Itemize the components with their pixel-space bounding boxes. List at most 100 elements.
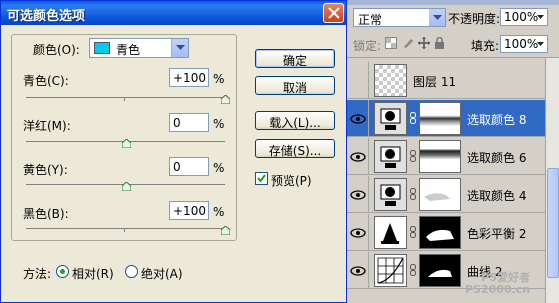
- black-slider-tick: [124, 228, 125, 232]
- opacity-value: 100%: [504, 10, 539, 24]
- adjustment-icon: [374, 178, 407, 211]
- cyan-value-field[interactable]: +100: [169, 68, 209, 87]
- chain-link-icon[interactable]: [410, 150, 416, 165]
- cyan-slider-track[interactable]: [26, 97, 225, 98]
- cyan-slider-label: 青色(C):: [23, 74, 69, 88]
- layer-thumbnail: [374, 64, 407, 97]
- opacity-label: 不透明度:: [448, 12, 501, 26]
- options-divider: [347, 57, 559, 58]
- black-slider-label: 黑色(B):: [23, 207, 69, 221]
- lock-label: 锁定:: [353, 39, 382, 53]
- eye-icon: [350, 190, 366, 200]
- layer-mask-thumbnail[interactable]: [419, 178, 461, 211]
- curves-icon: [374, 254, 407, 287]
- cancel-button[interactable]: 取消: [255, 76, 335, 95]
- black-slider-thumb[interactable]: [220, 224, 231, 236]
- close-icon: [328, 7, 340, 19]
- lock-transparency-icon[interactable]: [385, 37, 397, 49]
- color-select-value: 青色: [116, 43, 141, 57]
- fill-arrow-icon[interactable]: [535, 36, 547, 52]
- close-button[interactable]: [323, 3, 344, 23]
- cyan-slider-thumb[interactable]: [220, 93, 231, 105]
- yellow-slider-label: 黄色(Y):: [23, 163, 68, 177]
- layer-row[interactable]: 选取颜色 8: [347, 100, 545, 137]
- layer-row[interactable]: 色彩平衡 2: [347, 214, 545, 251]
- lock-move-icon[interactable]: [418, 37, 430, 49]
- chevron-down-icon[interactable]: [171, 39, 188, 57]
- visibility-toggle[interactable]: [347, 176, 369, 213]
- layer-mask-thumbnail[interactable]: [419, 140, 461, 173]
- checkmark-icon: [257, 174, 266, 183]
- blend-mode-value: 正常: [358, 13, 383, 27]
- layer-mask-thumbnail[interactable]: [419, 216, 461, 249]
- load-button[interactable]: 载入(L)...: [255, 111, 335, 130]
- chain-link-icon[interactable]: [410, 264, 416, 279]
- layer-mask-thumbnail[interactable]: [419, 254, 461, 287]
- visibility-toggle[interactable]: [347, 100, 369, 137]
- chevron-down-icon[interactable]: [429, 9, 445, 26]
- layer-mask-thumbnail[interactable]: [419, 102, 461, 135]
- layer-name: 选取颜色 4: [467, 189, 527, 203]
- selective-color-dialog: 可选颜色选项 颜色(O): 青色 青色(C): +100 % 洋红(M): 0 …: [0, 0, 347, 303]
- yellow-unit-label: %: [213, 161, 225, 175]
- method-absolute-radio[interactable]: [125, 265, 138, 278]
- eye-icon: [350, 114, 366, 124]
- method-relative-radio[interactable]: [56, 265, 69, 278]
- layers-scrollbar[interactable]: [545, 58, 559, 303]
- visibility-toggle[interactable]: [347, 214, 369, 251]
- yellow-value-field[interactable]: 0: [169, 157, 209, 176]
- eye-icon: [350, 152, 366, 162]
- method-relative-label: 相对(R): [72, 267, 114, 281]
- cyan-unit-label: %: [213, 72, 225, 86]
- chain-link-icon[interactable]: [410, 112, 416, 127]
- dialog-title-bar[interactable]: 可选颜色选项: [1, 1, 346, 25]
- save-button[interactable]: 存储(S)...: [255, 139, 335, 158]
- black-slider-track[interactable]: [26, 228, 225, 229]
- color-label: 颜色(O):: [33, 43, 80, 57]
- magenta-value-field[interactable]: 0: [169, 113, 209, 132]
- magenta-unit-label: %: [213, 117, 225, 131]
- layers-panel: 正常 不透明度: 100% 锁定: 填充: 100% 图层 11 选取颜色 8 …: [347, 0, 559, 303]
- eye-icon: [350, 266, 366, 276]
- layer-name: 图层 11: [413, 75, 457, 89]
- chain-link-icon[interactable]: [410, 226, 416, 241]
- radio-selected-dot: [60, 269, 65, 274]
- watermark: PS爱好者 PS2000.cn: [465, 272, 530, 296]
- layer-name: 选取颜色 6: [467, 151, 527, 165]
- preview-checkbox[interactable]: [255, 172, 268, 185]
- layer-row[interactable]: 选取颜色 4: [347, 176, 545, 213]
- layer-name: 色彩平衡 2: [467, 227, 527, 241]
- visibility-toggle[interactable]: [347, 138, 369, 175]
- black-value-field[interactable]: +100: [169, 201, 209, 220]
- layer-name: 选取颜色 8: [467, 113, 527, 127]
- fill-label: 填充:: [471, 39, 500, 53]
- blend-mode-select[interactable]: 正常: [353, 8, 446, 27]
- visibility-toggle[interactable]: [347, 252, 369, 289]
- visibility-toggle[interactable]: [347, 62, 369, 99]
- black-unit-label: %: [213, 205, 225, 219]
- cyan-swatch: [94, 42, 110, 54]
- fill-field[interactable]: 100%: [500, 35, 548, 53]
- scrollbar-thumb[interactable]: [547, 168, 559, 278]
- yellow-slider-thumb[interactable]: [121, 180, 131, 192]
- magenta-slider-label: 洋红(M):: [23, 119, 71, 133]
- lock-all-icon[interactable]: [434, 37, 445, 49]
- chain-link-icon[interactable]: [410, 188, 416, 203]
- color-select[interactable]: 青色: [89, 38, 189, 58]
- color-balance-icon: [374, 216, 407, 249]
- opacity-field[interactable]: 100%: [500, 8, 548, 26]
- opacity-arrow-icon[interactable]: [535, 9, 547, 25]
- magenta-slider-thumb[interactable]: [121, 137, 131, 149]
- lock-paint-icon[interactable]: [402, 37, 414, 49]
- eye-icon: [350, 228, 366, 238]
- layer-row[interactable]: 图层 11: [347, 62, 545, 99]
- watermark-line-2: PS2000.cn: [465, 283, 531, 296]
- cyan-slider-tick: [124, 97, 125, 101]
- adjustment-icon: [374, 102, 407, 135]
- method-absolute-label: 绝对(A): [141, 267, 183, 281]
- method-label: 方法:: [23, 267, 52, 281]
- adjustment-icon: [374, 140, 407, 173]
- ok-button[interactable]: 确定: [255, 49, 335, 68]
- preview-label: 预览(P): [271, 174, 312, 188]
- layer-row[interactable]: 选取颜色 6: [347, 138, 545, 175]
